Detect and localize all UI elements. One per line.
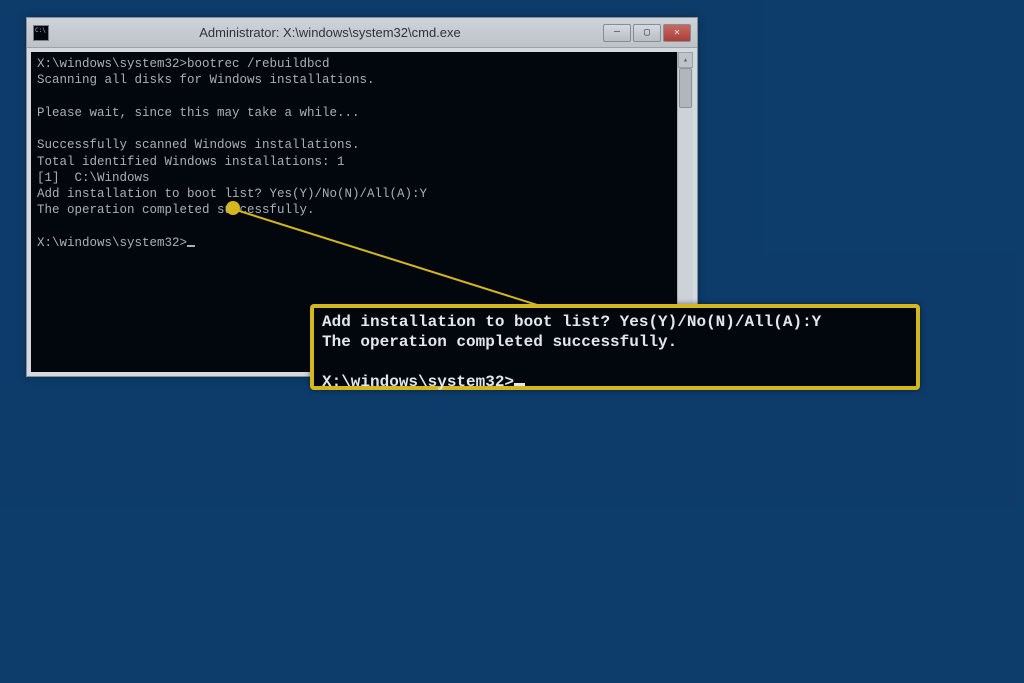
zoom-text: Add installation to boot list? Yes(Y)/No… <box>322 312 908 392</box>
console-line: The operation completed successfully. <box>37 203 315 217</box>
console-line: Add installation to boot list? Yes(Y)/No… <box>37 187 427 201</box>
close-button[interactable]: ✕ <box>663 24 691 42</box>
scroll-up-icon[interactable]: ▴ <box>678 52 693 68</box>
console-line: X:\windows\system32> <box>37 236 187 250</box>
zoom-callout: Add installation to boot list? Yes(Y)/No… <box>310 304 920 390</box>
maximize-button[interactable]: ▢ <box>633 24 661 42</box>
zoom-line: X:\windows\system32> <box>322 373 514 391</box>
console-line: Scanning all disks for Windows installat… <box>37 73 375 87</box>
callout-dot-icon <box>226 201 240 215</box>
minimize-button[interactable]: — <box>603 24 631 42</box>
console-line: [1] C:\Windows <box>37 171 150 185</box>
scroll-thumb[interactable] <box>679 68 692 108</box>
zoom-line: Add installation to boot list? Yes(Y)/No… <box>322 313 821 331</box>
console-line: X:\windows\system32>bootrec /rebuildbcd <box>37 57 330 71</box>
console-line: Successfully scanned Windows installatio… <box>37 138 360 152</box>
console-line: Total identified Windows installations: … <box>37 155 345 169</box>
window-controls: — ▢ ✕ <box>603 24 691 42</box>
console-line: Please wait, since this may take a while… <box>37 106 360 120</box>
cursor-icon <box>187 245 195 247</box>
zoom-line: The operation completed successfully. <box>322 333 677 351</box>
cmd-icon <box>33 25 49 41</box>
titlebar[interactable]: Administrator: X:\windows\system32\cmd.e… <box>27 18 697 48</box>
cursor-icon <box>514 383 525 386</box>
window-title: Administrator: X:\windows\system32\cmd.e… <box>57 25 603 40</box>
